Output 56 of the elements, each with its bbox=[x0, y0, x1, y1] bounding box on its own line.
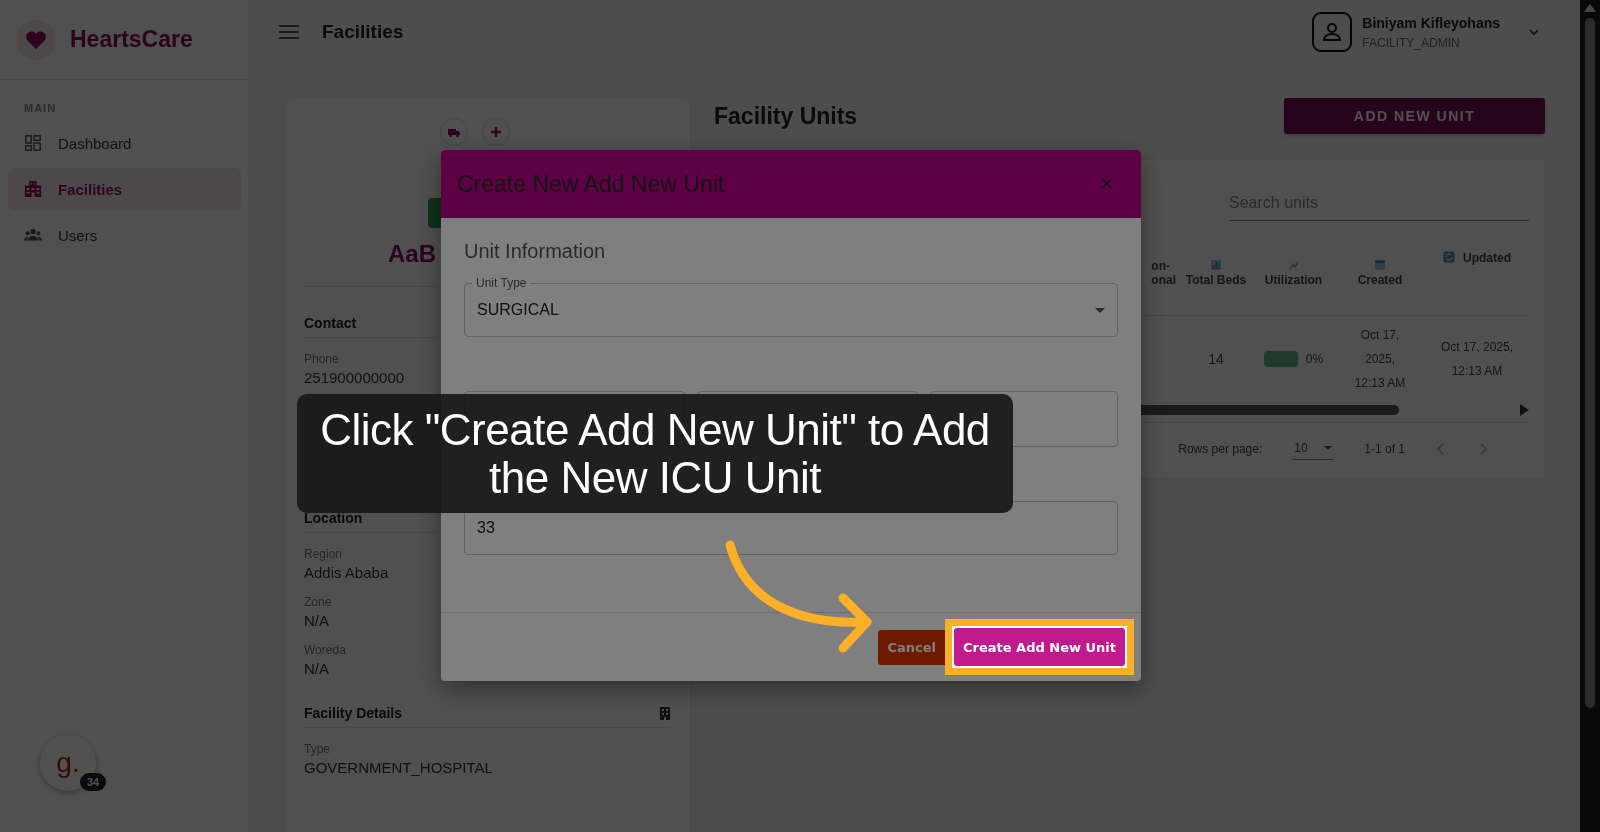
user-name: Biniyam Kifleyohans bbox=[1362, 14, 1500, 31]
ambulance-icon bbox=[440, 118, 468, 146]
chevron-left-icon[interactable] bbox=[1435, 441, 1447, 456]
field-value: N/A bbox=[304, 660, 329, 677]
section-heading: Facility Units bbox=[714, 103, 858, 130]
column-header: Total Beds bbox=[1185, 273, 1247, 287]
page-range: 1-1 of 1 bbox=[1364, 441, 1405, 456]
scroll-right-icon[interactable] bbox=[1519, 404, 1529, 416]
menu-icon[interactable] bbox=[278, 24, 300, 40]
column-header: Utilization bbox=[1264, 273, 1323, 287]
dialog-title: Create New Add New Unit bbox=[457, 170, 725, 198]
table-cell-text: Oct 17, 2025, 12:13 AM bbox=[1353, 327, 1407, 392]
notification-badge: 34 bbox=[80, 773, 106, 791]
column-header: Created bbox=[1357, 273, 1403, 287]
plus-icon bbox=[482, 118, 510, 146]
sidebar-item[interactable]: Users bbox=[8, 214, 241, 256]
add-unit-button[interactable]: ADD NEW UNIT bbox=[1284, 98, 1545, 134]
field-value: 251900000000 bbox=[304, 369, 405, 386]
vertical-scrollbar[interactable] bbox=[1580, 0, 1600, 832]
column-header: on- onal bbox=[1151, 259, 1176, 287]
building-icon bbox=[24, 180, 42, 198]
field-value: Addis Ababa bbox=[304, 564, 389, 581]
brand-name: HeartsCare bbox=[70, 26, 193, 53]
section-title: Location bbox=[304, 510, 363, 526]
table-cell-text: 14 bbox=[1208, 350, 1224, 369]
refresh-icon bbox=[1443, 251, 1455, 263]
section-title: Contact bbox=[304, 315, 357, 331]
table-cell-text: Oct 17, 2025, 12:13 AM bbox=[1439, 339, 1514, 380]
sidebar-item[interactable]: Facilities bbox=[8, 168, 241, 210]
facility-name: AaB bbox=[388, 240, 436, 268]
section-heading: Unit Information bbox=[464, 240, 607, 263]
page-title: Facilities bbox=[322, 21, 405, 43]
column-header: Updated bbox=[1463, 251, 1511, 265]
chevron-down-icon[interactable] bbox=[1528, 26, 1540, 38]
field-value: N/A bbox=[304, 612, 329, 629]
close-button[interactable]: × bbox=[1096, 171, 1117, 197]
table-cell-text: 0% bbox=[1305, 351, 1324, 368]
section-title: Facility Details bbox=[304, 705, 403, 721]
caret-icon bbox=[1323, 446, 1332, 450]
dashboard-icon bbox=[24, 134, 42, 152]
bar-chart-icon bbox=[1210, 259, 1222, 271]
sidebar-item[interactable]: Dashboard bbox=[8, 122, 241, 164]
caret-icon bbox=[1095, 307, 1105, 313]
utilization-bar bbox=[1263, 351, 1298, 367]
arrow-up-icon[interactable] bbox=[1584, 4, 1596, 12]
building-icon bbox=[659, 706, 671, 720]
rows-per-page-select[interactable]: 10 bbox=[1292, 437, 1335, 460]
field-value: GOVERNMENT_HOSPITAL bbox=[304, 759, 493, 776]
user-avatar-icon[interactable] bbox=[1312, 12, 1353, 52]
calendar-icon bbox=[1374, 259, 1386, 271]
create-unit-button[interactable]: Create Add New Unit bbox=[954, 628, 1125, 666]
chevron-right-icon[interactable] bbox=[1477, 441, 1489, 456]
rows-per-page-label: Rows per page: bbox=[1178, 441, 1263, 456]
cancel-button[interactable]: Cancel bbox=[878, 629, 945, 665]
heart-logo-icon bbox=[16, 19, 56, 60]
tutorial-tooltip: Click "Create Add New Unit" to Add the New ICU Unit bbox=[297, 394, 1013, 513]
